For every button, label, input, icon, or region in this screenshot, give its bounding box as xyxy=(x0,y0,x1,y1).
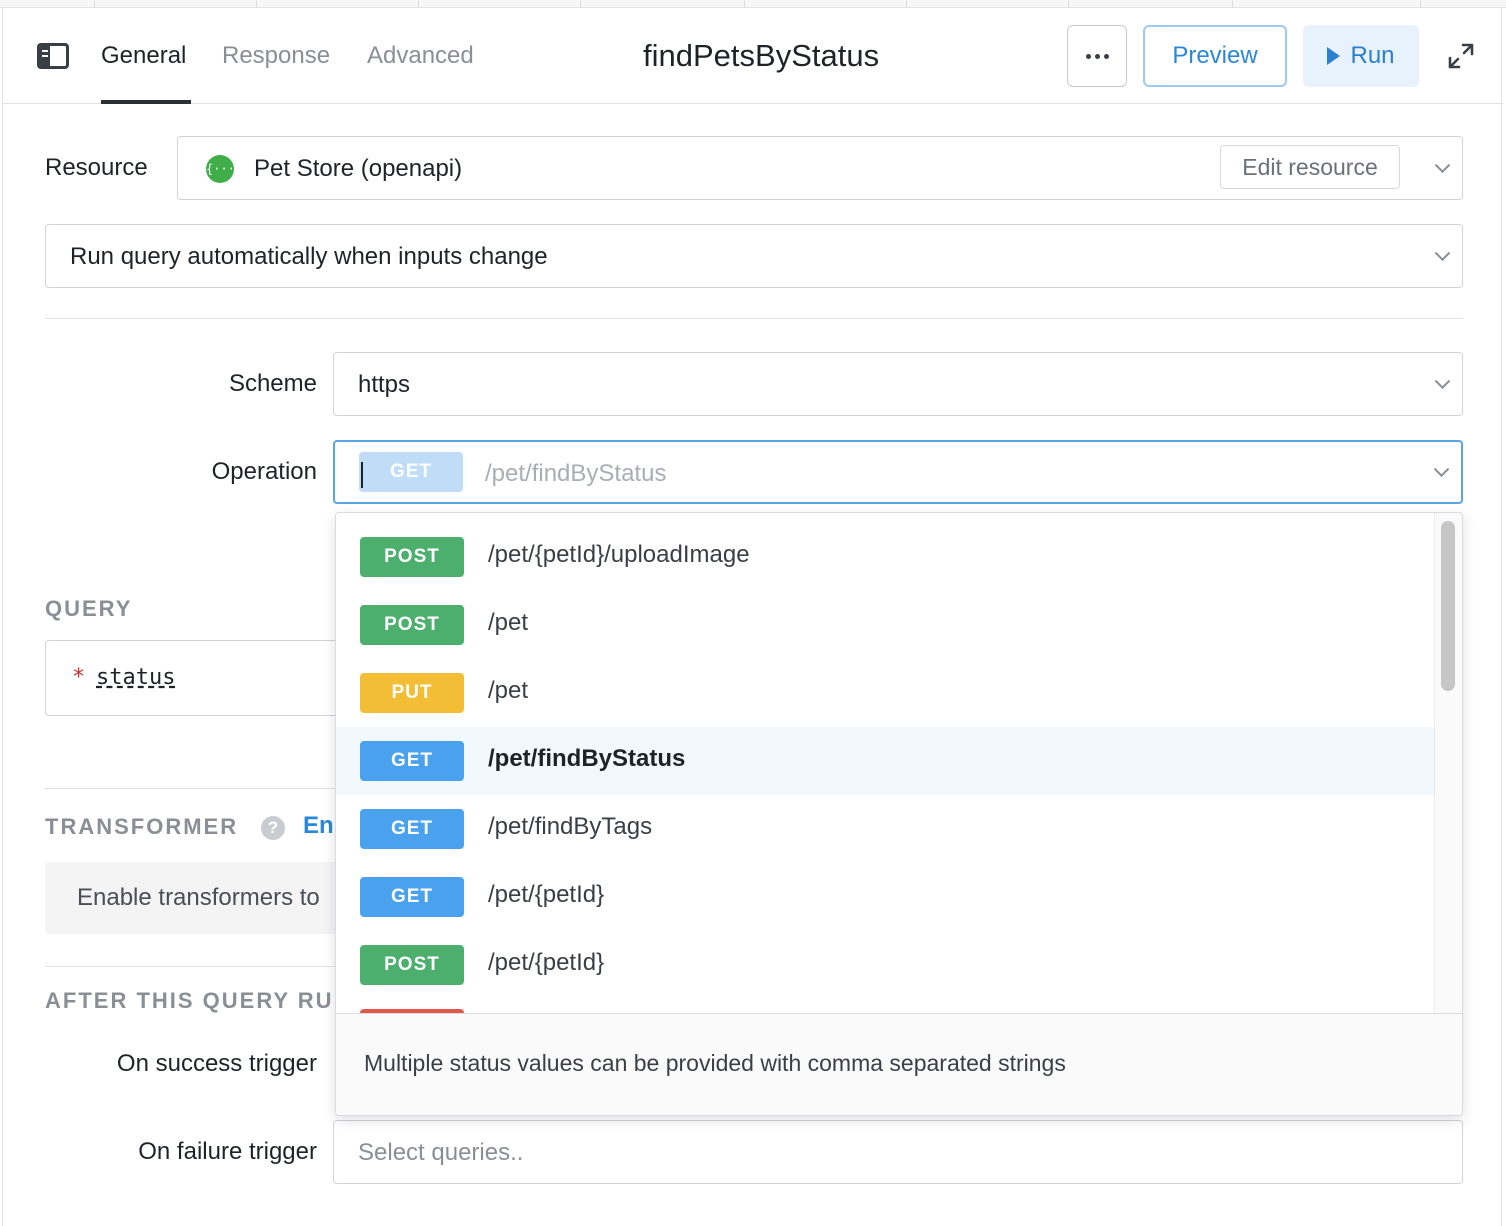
preview-button[interactable]: Preview xyxy=(1143,25,1287,87)
expand-icon[interactable] xyxy=(1447,42,1475,70)
section-divider xyxy=(45,788,345,789)
scheme-label: Scheme xyxy=(228,370,317,397)
chevron-down-icon xyxy=(1434,245,1451,262)
on-failure-placeholder: Select queries.. xyxy=(358,1139,524,1166)
operation-option[interactable]: POST /pet xyxy=(336,591,1434,659)
help-icon[interactable]: ? xyxy=(261,816,285,840)
run-button-label: Run xyxy=(1350,42,1395,69)
query-param-name: status xyxy=(96,665,176,690)
more-options-button[interactable] xyxy=(1067,25,1127,87)
operation-option-path: /pet xyxy=(488,609,529,636)
operation-option-path: /pet/{petId} xyxy=(488,949,605,976)
window-top-strip xyxy=(0,0,1506,8)
scheme-select[interactable]: https xyxy=(333,352,1463,416)
query-editor-panel: General Response Advanced findPetsByStat… xyxy=(2,8,1503,1226)
transformer-hint-text: Enable transformers to xyxy=(77,884,320,911)
operation-option-path: /pet/{petId} xyxy=(488,881,605,908)
operation-option-path: /pet xyxy=(488,677,529,704)
method-badge: GET xyxy=(360,809,464,849)
on-failure-select[interactable]: Select queries.. xyxy=(333,1120,1463,1184)
query-title[interactable]: findPetsByStatus xyxy=(643,38,879,74)
chevron-down-icon xyxy=(1434,373,1451,390)
ellipsis-icon xyxy=(1085,53,1091,59)
section-divider xyxy=(45,966,345,967)
tab-response[interactable]: Response xyxy=(222,42,330,70)
method-badge: GET xyxy=(360,741,464,781)
resource-select[interactable]: {···} Pet Store (openapi) Edit resource xyxy=(177,136,1463,200)
text-cursor xyxy=(361,462,363,488)
tab-advanced[interactable]: Advanced xyxy=(367,42,474,70)
operation-label: Operation xyxy=(211,458,317,485)
method-badge: POST xyxy=(360,537,464,577)
resource-value: Pet Store (openapi) xyxy=(254,155,463,182)
operation-option-path: /pet/findByTags xyxy=(488,813,653,840)
operation-option[interactable]: GET /pet/{petId} xyxy=(336,863,1434,931)
operation-option-selected[interactable]: GET /pet/findByStatus xyxy=(336,727,1434,795)
chevron-down-icon xyxy=(1434,157,1451,174)
operation-option-path: /pet/findByStatus xyxy=(488,745,686,772)
run-button[interactable]: Run xyxy=(1303,25,1419,87)
operation-dropdown-menu: POST /pet/{petId}/uploadImage POST /pet … xyxy=(335,512,1463,1116)
method-badge: POST xyxy=(360,945,464,985)
enable-transformer-link[interactable]: En xyxy=(303,812,334,840)
operation-select[interactable]: GET /pet/findByStatus xyxy=(333,440,1463,504)
method-badge: PUT xyxy=(360,673,464,713)
edit-resource-button[interactable]: Edit resource xyxy=(1220,145,1400,189)
after-query-section-heading: AFTER THIS QUERY RU xyxy=(45,988,334,1013)
play-icon xyxy=(1327,47,1341,65)
method-badge: POST xyxy=(360,605,464,645)
transformer-section-heading: TRANSFORMER xyxy=(45,814,239,839)
dropdown-scrollbar[interactable] xyxy=(1434,513,1462,1013)
operation-description-footer: Multiple status values can be provided w… xyxy=(336,1013,1462,1115)
openapi-icon: {···} xyxy=(206,155,242,183)
run-mode-value: Run query automatically when inputs chan… xyxy=(70,243,548,270)
operation-option[interactable]: PUT /pet xyxy=(336,659,1434,727)
query-param-row[interactable]: * status xyxy=(45,640,345,716)
operation-option[interactable]: GET /pet/findByTags xyxy=(336,795,1434,863)
operation-method-badge: GET xyxy=(359,452,463,492)
tab-general[interactable]: General xyxy=(101,42,186,70)
dropdown-scrollbar-thumb[interactable] xyxy=(1441,521,1455,691)
on-failure-label: On failure trigger xyxy=(138,1138,317,1165)
transformer-hint-box: Enable transformers to xyxy=(45,862,345,934)
method-badge: GET xyxy=(360,877,464,917)
scheme-value: https xyxy=(358,371,411,398)
required-marker: * xyxy=(72,665,86,690)
section-divider xyxy=(45,318,1463,319)
operation-option[interactable]: POST /pet/{petId}/uploadImage xyxy=(336,523,1434,591)
operation-option[interactable]: POST /pet/{petId} xyxy=(336,931,1434,999)
run-mode-select[interactable]: Run query automatically when inputs chan… xyxy=(45,224,1463,288)
active-tab-indicator xyxy=(101,100,191,104)
operation-option-path: /pet/{petId}/uploadImage xyxy=(488,541,750,568)
operation-path-placeholder: /pet/findByStatus xyxy=(485,460,667,487)
chevron-down-icon xyxy=(1433,461,1450,478)
query-editor-header: General Response Advanced findPetsByStat… xyxy=(3,8,1503,104)
operation-description-text: Multiple status values can be provided w… xyxy=(364,1050,1066,1076)
query-section-heading: QUERY xyxy=(45,596,133,621)
sidebar-toggle-icon[interactable] xyxy=(37,43,69,69)
on-success-label: On success trigger xyxy=(116,1050,317,1077)
resource-label: Resource xyxy=(45,154,148,181)
